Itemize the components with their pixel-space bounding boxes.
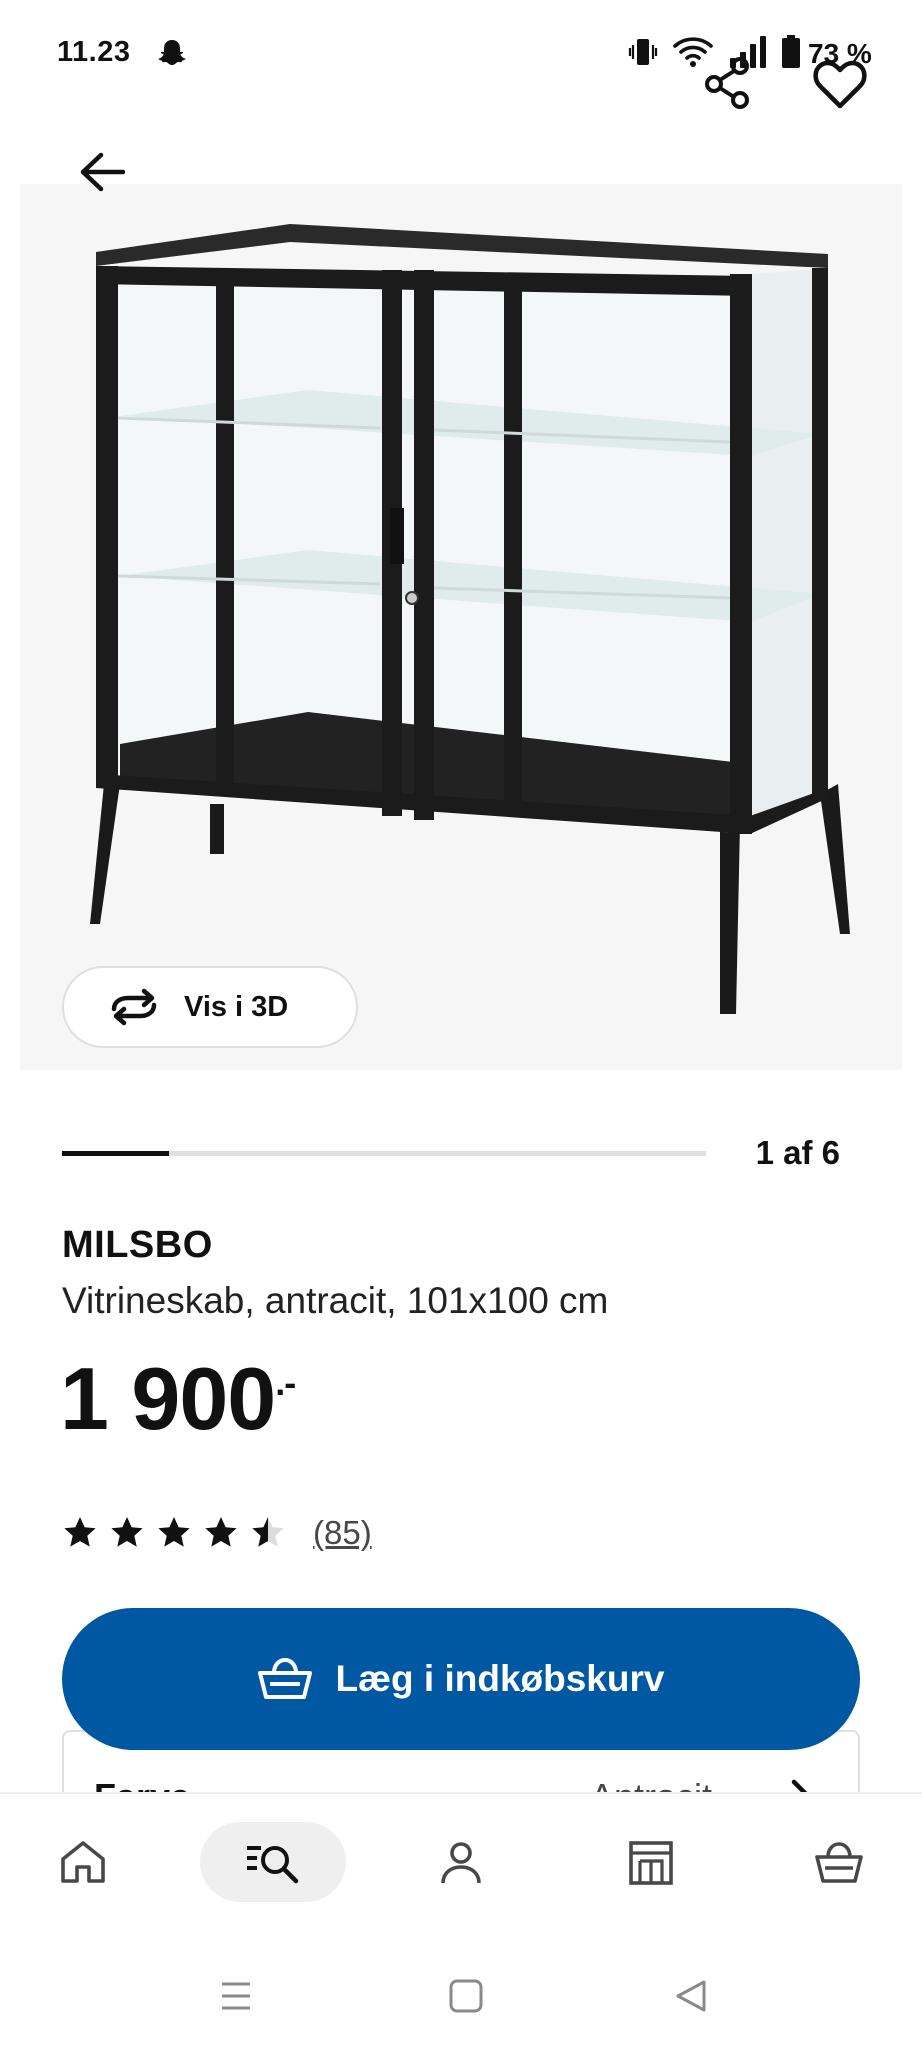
heart-icon[interactable] <box>812 60 868 110</box>
profile-icon <box>441 1842 481 1884</box>
star-half-icon <box>252 1517 284 1547</box>
battery-icon <box>782 35 800 68</box>
snapchat-icon <box>158 40 186 65</box>
product-name: MILSBO <box>62 1224 213 1266</box>
gallery-progress-track <box>62 1151 706 1156</box>
review-count-link[interactable]: (85) <box>313 1514 372 1552</box>
rotate-3d-icon <box>111 988 157 1026</box>
star-full-icon <box>111 1517 143 1547</box>
product-price: 1 900 .- <box>60 1348 296 1450</box>
rating-stars <box>62 1515 297 1551</box>
nav-profile[interactable] <box>416 1822 506 1902</box>
price-value: 1 900 <box>60 1349 276 1448</box>
nav-basket[interactable] <box>794 1822 884 1902</box>
nav-home[interactable] <box>38 1822 128 1902</box>
system-nav-bar <box>0 1946 922 2048</box>
price-suffix: .- <box>275 1362 296 1403</box>
star-full-icon <box>158 1517 190 1547</box>
status-bar: 11.23 73 % <box>0 0 922 110</box>
star-full-icon <box>64 1517 96 1547</box>
product-image-gallery[interactable] <box>20 184 902 1070</box>
nav-search[interactable] <box>200 1822 346 1902</box>
home-button-icon[interactable] <box>446 1976 486 2016</box>
product-photo <box>20 184 902 1070</box>
basket-icon <box>257 1657 312 1699</box>
share-icon[interactable] <box>702 56 752 110</box>
status-time: 11.23 <box>57 36 131 68</box>
product-description: Vitrineskab, antracit, 101x100 cm <box>62 1280 609 1321</box>
recent-apps-icon[interactable] <box>216 1976 256 2016</box>
gallery-page-counter: 1 af 6 <box>755 1134 840 1171</box>
search-list-icon <box>247 1846 299 1884</box>
view-3d-label: Vis i 3D <box>184 990 289 1023</box>
rating[interactable]: (85) <box>62 1514 372 1552</box>
home-icon <box>61 1841 105 1883</box>
vibrate-icon <box>628 39 658 65</box>
basket-icon <box>815 1842 863 1883</box>
view-3d-button[interactable]: Vis i 3D <box>62 966 358 1048</box>
back-button[interactable] <box>72 142 132 202</box>
star-full-icon <box>205 1517 237 1547</box>
store-icon <box>629 1841 673 1885</box>
back-triangle-icon[interactable] <box>672 1976 712 2016</box>
nav-store[interactable] <box>606 1822 696 1902</box>
add-to-cart-button[interactable]: Læg i indkøbskurv <box>62 1608 860 1750</box>
back-arrow-icon <box>80 152 125 192</box>
gallery-progress-fill <box>62 1151 170 1156</box>
add-to-cart-label: Læg i indkøbskurv <box>335 1658 665 1699</box>
bottom-nav <box>0 1792 922 1946</box>
